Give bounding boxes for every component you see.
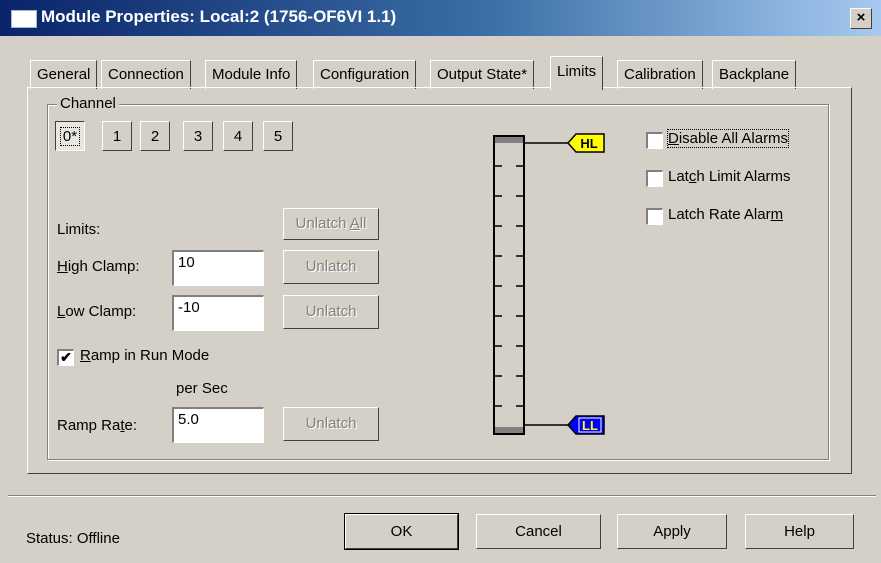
latch-rate-alarm-checkbox[interactable] <box>646 208 663 225</box>
disable-all-alarms-checkbox[interactable] <box>646 132 663 149</box>
ok-button[interactable]: OK <box>344 513 459 550</box>
channel-group <box>47 104 829 460</box>
hl-flag-icon: HL <box>566 133 605 153</box>
tab-limits[interactable]: Limits <box>550 56 604 90</box>
hl-flag-label: HL <box>580 136 597 151</box>
ll-flag-icon: LL <box>566 415 605 435</box>
gauge-high-cap <box>495 137 523 143</box>
ramp-in-run-mode-label: Ramp in Run Mode <box>80 347 210 364</box>
help-button[interactable]: Help <box>745 514 854 549</box>
tab-backplane[interactable]: Backplane <box>712 60 797 89</box>
limit-gauge: HL LL <box>493 133 605 435</box>
status-text: Status: Offline <box>26 530 120 547</box>
apply-button[interactable]: Apply <box>617 514 727 549</box>
window-icon <box>11 10 37 28</box>
ramp-rate-label: Ramp Rate: <box>57 417 138 434</box>
tab-configuration[interactable]: Configuration <box>313 60 417 89</box>
footer-separator <box>8 495 876 497</box>
high-clamp-label: High Clamp: <box>57 258 140 275</box>
channel-3-button[interactable]: 3 <box>183 121 213 151</box>
high-clamp-field[interactable]: 10 <box>172 250 264 286</box>
tab-connection[interactable]: Connection <box>101 60 191 89</box>
limits-heading: Limits: <box>57 221 101 238</box>
cancel-button[interactable]: Cancel <box>476 514 601 549</box>
close-button[interactable]: × <box>850 8 872 29</box>
unlatch-ramp-button[interactable]: Unlatch <box>283 407 379 441</box>
ll-flag-label: LL <box>582 418 598 433</box>
latch-limit-alarms-label: Latch Limit Alarms <box>668 168 791 185</box>
close-icon: × <box>856 9 866 26</box>
unlatch-low-button[interactable]: Unlatch <box>283 295 379 329</box>
tab-output-state[interactable]: Output State* <box>430 60 535 89</box>
window-title: Module Properties: Local:2 (1756-OF6VI 1… <box>41 7 397 26</box>
channel-4-button[interactable]: 4 <box>223 121 253 151</box>
latch-limit-alarms-checkbox[interactable] <box>646 170 663 187</box>
tab-calibration[interactable]: Calibration <box>617 60 703 89</box>
title-bar[interactable]: Module Properties: Local:2 (1756-OF6VI 1… <box>0 0 881 36</box>
module-properties-dialog: Module Properties: Local:2 (1756-OF6VI 1… <box>0 0 881 563</box>
channel-group-label: Channel <box>57 95 119 112</box>
channel-1-button[interactable]: 1 <box>102 121 132 151</box>
tab-module-info[interactable]: Module Info <box>205 60 298 89</box>
low-clamp-label: Low Clamp: <box>57 303 137 320</box>
disable-all-alarms-label: Disable All Alarms <box>666 129 790 148</box>
latch-rate-alarm-label: Latch Rate Alarm <box>668 206 784 223</box>
unlatch-high-button[interactable]: Unlatch <box>283 250 379 284</box>
unlatch-all-button[interactable]: Unlatch All <box>283 208 379 240</box>
per-sec-label: per Sec <box>176 380 228 397</box>
ramp-in-run-mode-checkbox[interactable]: ✔ <box>57 349 74 366</box>
gauge-low-cap <box>495 427 523 433</box>
channel-2-button[interactable]: 2 <box>140 121 170 151</box>
tab-general[interactable]: General <box>30 60 98 89</box>
channel-0-button[interactable]: 0* <box>55 121 85 151</box>
ramp-rate-field[interactable]: 5.0 <box>172 407 264 443</box>
low-clamp-field[interactable]: -10 <box>172 295 264 331</box>
gauge-bar <box>493 135 525 435</box>
channel-5-button[interactable]: 5 <box>263 121 293 151</box>
